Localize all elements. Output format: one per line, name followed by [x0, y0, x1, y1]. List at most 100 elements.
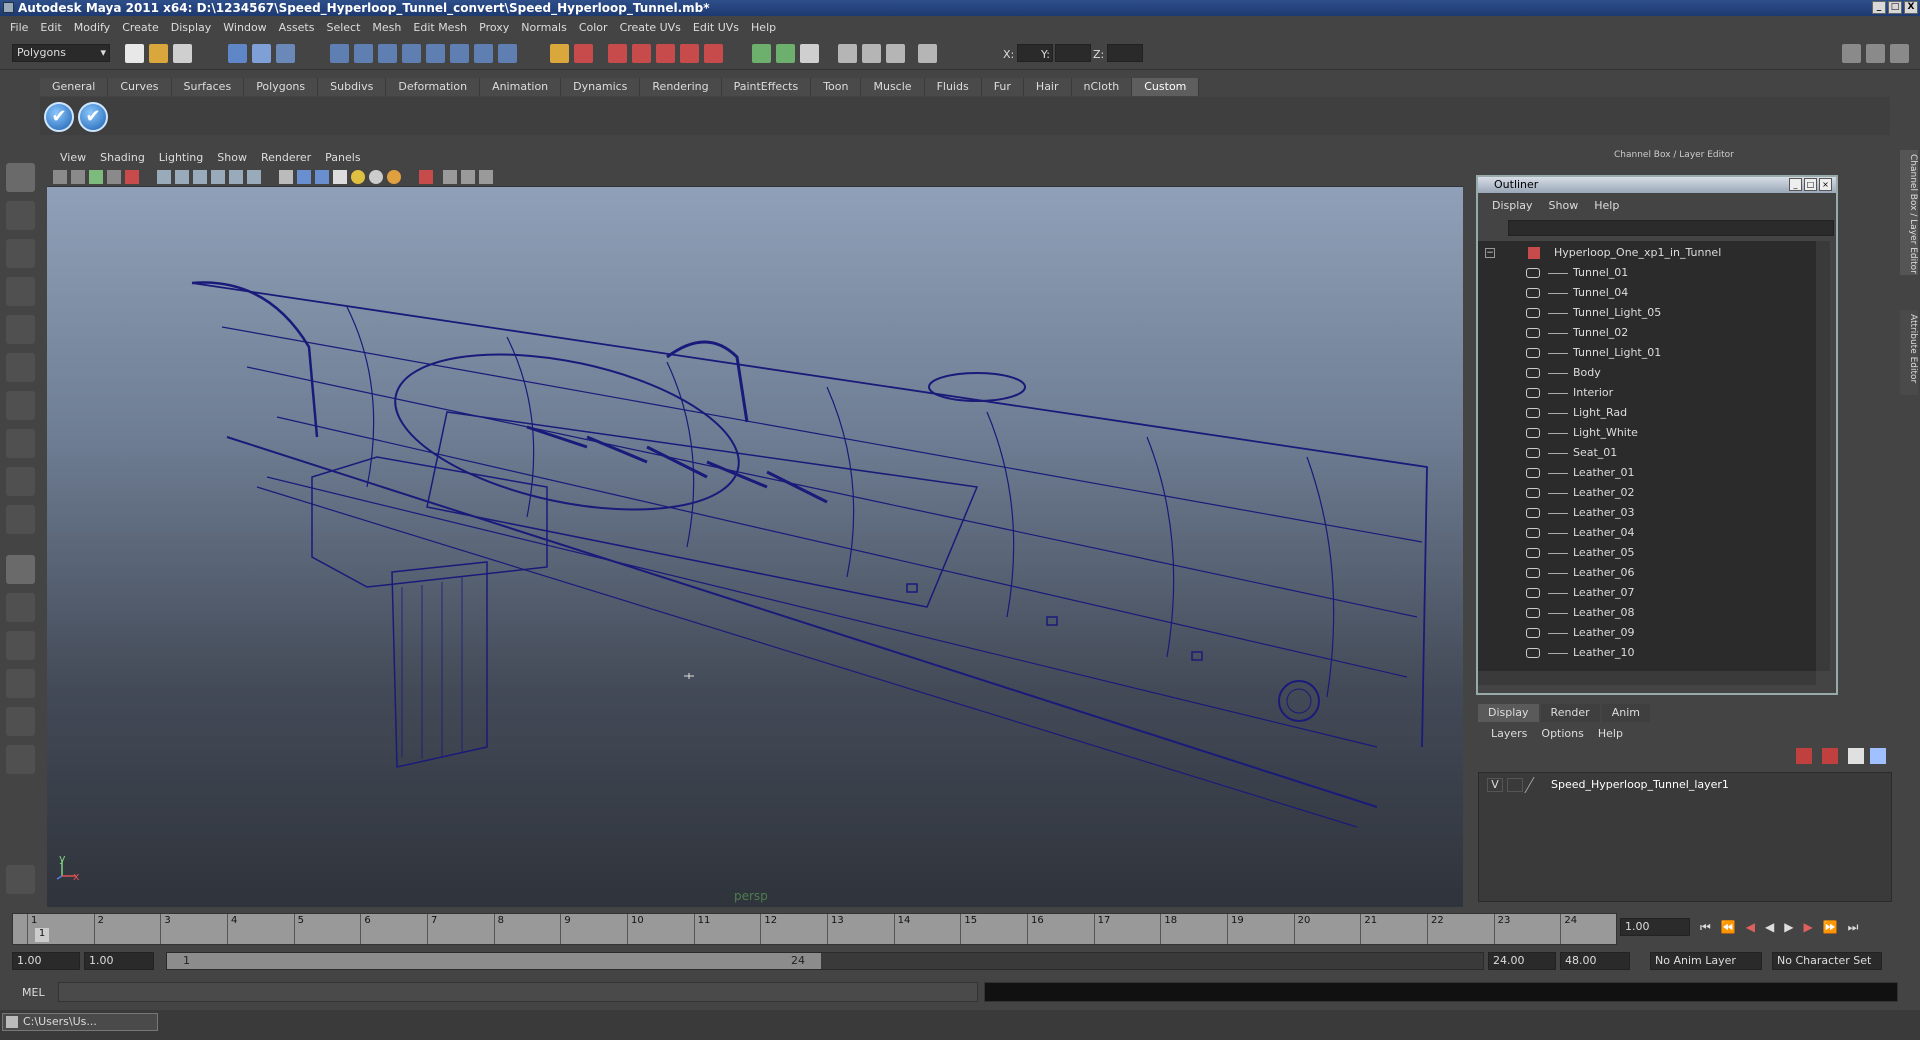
- save-scene-icon[interactable]: [173, 44, 192, 63]
- smooth-shading-icon[interactable]: [297, 170, 311, 184]
- rotate-tool-icon[interactable]: [6, 315, 35, 344]
- four-view-layout-icon[interactable]: [6, 593, 35, 622]
- lock-icon[interactable]: [550, 44, 569, 63]
- xray-joints-icon[interactable]: [461, 170, 475, 184]
- outliner-item[interactable]: Leather_04: [1478, 523, 1816, 543]
- two-d-pan-zoom-icon[interactable]: [125, 170, 139, 184]
- y-coord-field[interactable]: [1055, 44, 1091, 62]
- perspective-viewport[interactable]: [47, 187, 1463, 907]
- select-hierarchy-icon[interactable]: [228, 44, 247, 63]
- resolution-gate-icon[interactable]: [193, 170, 207, 184]
- wireframe-on-shaded-icon[interactable]: [315, 170, 329, 184]
- snapshot-icon[interactable]: [776, 44, 795, 63]
- outliner-item[interactable]: Leather_10: [1478, 643, 1816, 663]
- layer-visibility-toggle[interactable]: V: [1487, 778, 1503, 792]
- playback-end-field[interactable]: 24.00: [1488, 952, 1556, 970]
- end-time-field[interactable]: 48.00: [1560, 952, 1630, 970]
- menu-create-uvs[interactable]: Create UVs: [614, 21, 687, 34]
- move-tool-icon[interactable]: [6, 277, 35, 306]
- render-settings-icon[interactable]: [656, 44, 675, 63]
- current-time-field[interactable]: 1.00: [1620, 918, 1690, 936]
- shelf-tab-general[interactable]: General: [40, 78, 109, 96]
- menu-file[interactable]: File: [4, 21, 34, 34]
- viewport-menu-view[interactable]: View: [53, 151, 93, 164]
- shelf-tab-toon[interactable]: Toon: [811, 78, 862, 96]
- go-to-start-icon[interactable]: ⏮: [1700, 920, 1711, 935]
- help-line-icon[interactable]: [6, 865, 35, 894]
- new-empty-layer-icon[interactable]: [1848, 748, 1864, 764]
- new-layer-selected-icon[interactable]: [1870, 748, 1886, 764]
- outliner-item[interactable]: Leather_01: [1478, 463, 1816, 483]
- menu-proxy[interactable]: Proxy: [473, 21, 515, 34]
- relative-icon[interactable]: [886, 44, 905, 63]
- maximize-button[interactable]: □: [1888, 1, 1902, 14]
- field-chart-icon[interactable]: [229, 170, 243, 184]
- input-box-icon[interactable]: [838, 44, 857, 63]
- outliner-item[interactable]: Body: [1478, 363, 1816, 383]
- single-perspective-layout-icon[interactable]: [6, 555, 35, 584]
- render-view-icon[interactable]: [704, 44, 723, 63]
- shelf-tab-deformation[interactable]: Deformation: [386, 78, 481, 96]
- layer-row[interactable]: V Speed_Hyperloop_Tunnel_layer1: [1483, 777, 1887, 793]
- hypershade-icon[interactable]: [680, 44, 699, 63]
- viewport-menu-panels[interactable]: Panels: [318, 151, 367, 164]
- go-to-end-icon[interactable]: ⏭: [1848, 920, 1859, 935]
- shelf-tab-muscle[interactable]: Muscle: [861, 78, 925, 96]
- shelf-tab-fluids[interactable]: Fluids: [924, 78, 982, 96]
- shelf-tab-fur[interactable]: Fur: [981, 78, 1024, 96]
- film-gate-icon[interactable]: [175, 170, 189, 184]
- outliner-item[interactable]: Light_White: [1478, 423, 1816, 443]
- viewport-menu-show[interactable]: Show: [210, 151, 254, 164]
- outliner-item[interactable]: Tunnel_02: [1478, 323, 1816, 343]
- shelf-checkmark-button-2[interactable]: ✔: [78, 102, 108, 132]
- shelf-tab-painteffects[interactable]: PaintEffects: [721, 78, 812, 96]
- persp-graph-layout-icon[interactable]: [6, 669, 35, 698]
- make-live-icon[interactable]: [426, 44, 445, 63]
- start-time-field[interactable]: 1.00: [12, 952, 80, 970]
- layer-tab-anim[interactable]: Anim: [1601, 704, 1650, 722]
- snap-curve-icon[interactable]: [354, 44, 373, 63]
- snap-view-plane-icon[interactable]: [402, 44, 421, 63]
- outliner-menu-help[interactable]: Help: [1586, 199, 1627, 212]
- menu-select[interactable]: Select: [320, 21, 366, 34]
- show-manipulator-icon[interactable]: [6, 467, 35, 496]
- ipr-render-icon[interactable]: [632, 44, 651, 63]
- menu-create[interactable]: Create: [116, 21, 165, 34]
- layer-menu-layers[interactable]: Layers: [1484, 727, 1534, 740]
- viewport-menu-lighting[interactable]: Lighting: [152, 151, 210, 164]
- play-backwards-icon[interactable]: ◀: [1765, 920, 1774, 935]
- shelf-tab-subdivs[interactable]: Subdivs: [318, 78, 387, 96]
- gate-mask-icon[interactable]: [211, 170, 225, 184]
- menu-modify[interactable]: Modify: [68, 21, 116, 34]
- shelf-tab-curves[interactable]: Curves: [108, 78, 172, 96]
- playback-start-field[interactable]: 1.00: [84, 952, 154, 970]
- range-slider-handle[interactable]: 1 24: [167, 953, 821, 969]
- outliner-menu-display[interactable]: Display: [1484, 199, 1541, 212]
- select-tool-icon[interactable]: [6, 163, 35, 192]
- image-plane-icon[interactable]: [107, 170, 121, 184]
- outliner-item[interactable]: Interior: [1478, 383, 1816, 403]
- select-component-icon[interactable]: [276, 44, 295, 63]
- move-layer-up-icon[interactable]: [1796, 748, 1812, 764]
- panel-layout-icon[interactable]: [800, 44, 819, 63]
- menu-mesh[interactable]: Mesh: [366, 21, 407, 34]
- side-tab-channel-box[interactable]: Channel Box / Layer Editor: [1900, 150, 1918, 275]
- lasso-tool-icon[interactable]: [6, 201, 35, 230]
- snap-grid-icon[interactable]: [330, 44, 349, 63]
- show-attribute-editor-icon[interactable]: [1842, 44, 1861, 63]
- character-set-dropdown[interactable]: No Character Set: [1772, 952, 1882, 970]
- select-object-icon[interactable]: [252, 44, 271, 63]
- menu-edit[interactable]: Edit: [34, 21, 67, 34]
- transform-icon[interactable]: [862, 44, 881, 63]
- isolate-select-icon[interactable]: [419, 170, 433, 184]
- new-scene-icon[interactable]: [125, 44, 144, 63]
- shelf-tab-custom[interactable]: Custom: [1132, 78, 1200, 96]
- outliner-close-button[interactable]: ×: [1819, 178, 1832, 191]
- history-icon[interactable]: [450, 44, 469, 63]
- help-icon[interactable]: [498, 44, 517, 63]
- show-channel-box-icon[interactable]: [1890, 44, 1909, 63]
- time-slider[interactable]: 1 2 3 4 5 6 7 8 9 10 11 12 13 14 15 16 17 18 19 20 21 22 23 24 1: [12, 913, 1617, 945]
- menu-edit-mesh[interactable]: Edit Mesh: [407, 21, 473, 34]
- outliner-item[interactable]: Leather_07: [1478, 583, 1816, 603]
- range-slider-track[interactable]: 1 24: [166, 952, 1484, 970]
